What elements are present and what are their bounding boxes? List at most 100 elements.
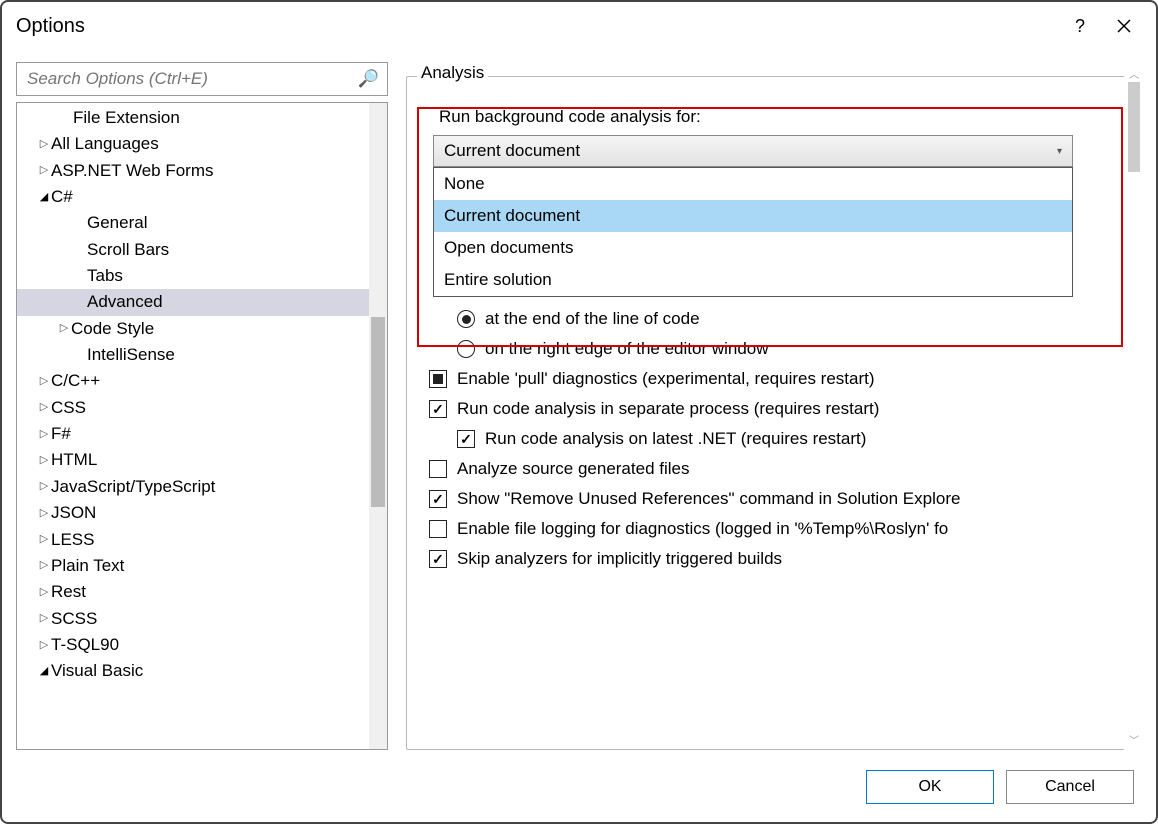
expand-icon[interactable]: ▷ <box>37 452 51 469</box>
tree-item[interactable]: ▷T-SQL90 <box>17 632 369 658</box>
combo-option[interactable]: Entire solution <box>434 264 1072 296</box>
ok-button[interactable]: OK <box>866 770 994 804</box>
expand-icon[interactable]: ▷ <box>37 637 51 654</box>
tree-item[interactable]: Tabs <box>17 263 369 289</box>
combo-display[interactable]: Current document ▾ <box>433 135 1073 167</box>
cb-pull-row[interactable]: Enable 'pull' diagnostics (experimental,… <box>429 369 1113 389</box>
tree-item[interactable]: ◢C# <box>17 184 369 210</box>
cb-latest-net-label: Run code analysis on latest .NET (requir… <box>485 429 866 449</box>
cb-separate-process-row[interactable]: Run code analysis in separate process (r… <box>429 399 1113 419</box>
expand-icon[interactable]: ▷ <box>37 584 51 601</box>
tree-item-label: Tabs <box>87 263 123 289</box>
tree-item[interactable]: ▷CSS <box>17 395 369 421</box>
tree-item[interactable]: ▷C/C++ <box>17 368 369 394</box>
expand-icon[interactable]: ▷ <box>37 136 51 153</box>
combo-option[interactable]: Current document <box>434 200 1072 232</box>
search-box[interactable]: 🔍 <box>16 62 388 96</box>
scroll-down-icon[interactable]: ﹀ <box>1126 730 1142 748</box>
help-button[interactable]: ? <box>1058 10 1102 42</box>
tree-item[interactable]: ▷LESS <box>17 527 369 553</box>
radio-end-of-line-label: at the end of the line of code <box>485 309 700 329</box>
cb-analyze-gen-row[interactable]: Analyze source generated files <box>429 459 1113 479</box>
cb-file-logging[interactable] <box>429 520 447 538</box>
combo-selected-text: Current document <box>444 141 1057 161</box>
expand-icon[interactable]: ▷ <box>57 320 71 337</box>
cb-analyze-gen-label: Analyze source generated files <box>457 459 689 479</box>
collapse-icon[interactable]: ◢ <box>37 663 51 680</box>
cb-remove-unused-row[interactable]: Show "Remove Unused References" command … <box>429 489 1113 509</box>
combo-option[interactable]: Open documents <box>434 232 1072 264</box>
tree-item-label: Scroll Bars <box>87 237 169 263</box>
tree-item-label: File Extension <box>73 105 180 131</box>
tree-scroll-thumb[interactable] <box>371 317 385 507</box>
tree-list[interactable]: File Extension▷All Languages▷ASP.NET Web… <box>17 103 369 749</box>
expand-icon[interactable]: ▷ <box>37 373 51 390</box>
tree-item-label: Visual Basic <box>51 658 143 684</box>
tree-item[interactable]: ▷SCSS <box>17 606 369 632</box>
tree-item[interactable]: ▷F# <box>17 421 369 447</box>
radio-end-of-line[interactable] <box>457 310 475 328</box>
tree-item[interactable]: ▷All Languages <box>17 131 369 157</box>
radio-right-edge-label: on the right edge of the editor window <box>485 339 769 359</box>
expand-icon[interactable]: ▷ <box>37 162 51 179</box>
cb-skip-analyzers-row[interactable]: Skip analyzers for implicitly triggered … <box>429 549 1113 569</box>
cb-latest-net-row[interactable]: Run code analysis on latest .NET (requir… <box>457 429 1113 449</box>
cb-remove-unused[interactable] <box>429 490 447 508</box>
tree-item[interactable]: ▷Plain Text <box>17 553 369 579</box>
tree-item-label: IntelliSense <box>87 342 175 368</box>
tree-item[interactable]: ▷HTML <box>17 447 369 473</box>
right-column: Analysis Run background code analysis fo… <box>406 62 1142 750</box>
cb-analyze-gen[interactable] <box>429 460 447 478</box>
expand-icon[interactable]: ▷ <box>37 531 51 548</box>
collapse-icon[interactable]: ◢ <box>37 189 51 206</box>
dialog-footer: OK Cancel <box>2 762 1156 822</box>
tree-item[interactable]: ◢Visual Basic <box>17 658 369 684</box>
tree-item-label: All Languages <box>51 131 159 157</box>
expand-icon[interactable]: ▷ <box>37 505 51 522</box>
tree-item[interactable]: Advanced <box>17 289 369 315</box>
tree-item-label: ASP.NET Web Forms <box>51 158 214 184</box>
tree-item[interactable]: IntelliSense <box>17 342 369 368</box>
tree-item-label: CSS <box>51 395 86 421</box>
cb-separate-process[interactable] <box>429 400 447 418</box>
panel-scroll-thumb[interactable] <box>1128 82 1140 172</box>
cb-remove-unused-label: Show "Remove Unused References" command … <box>457 489 960 509</box>
radio-right-edge-row[interactable]: on the right edge of the editor window <box>457 339 1113 359</box>
tree-item-label: Code Style <box>71 316 154 342</box>
tree-item[interactable]: ▷JavaScript/TypeScript <box>17 474 369 500</box>
tree-item-label: LESS <box>51 527 94 553</box>
combo-dropdown[interactable]: NoneCurrent documentOpen documentsEntire… <box>433 167 1073 297</box>
tree-scrollbar[interactable] <box>369 103 387 749</box>
search-input[interactable] <box>25 68 358 90</box>
close-icon <box>1117 19 1131 33</box>
cb-latest-net[interactable] <box>457 430 475 448</box>
combo-option[interactable]: None <box>434 168 1072 200</box>
tree-item[interactable]: ▷Code Style <box>17 316 369 342</box>
tree-item[interactable]: ▷JSON <box>17 500 369 526</box>
panel-scrollbar[interactable]: ︿ ﹀ <box>1124 62 1144 750</box>
options-window: Options ? 🔍 File Extension▷All Languages… <box>0 0 1158 824</box>
analysis-scope-combo[interactable]: Current document ▾ NoneCurrent documentO… <box>433 135 1073 167</box>
tree-item[interactable]: ▷ASP.NET Web Forms <box>17 158 369 184</box>
cancel-button[interactable]: Cancel <box>1006 770 1134 804</box>
tree-item[interactable]: Scroll Bars <box>17 237 369 263</box>
radio-right-edge[interactable] <box>457 340 475 358</box>
tree-item[interactable]: ▷Rest <box>17 579 369 605</box>
cb-pull[interactable] <box>429 370 447 388</box>
expand-icon[interactable]: ▷ <box>37 478 51 495</box>
close-button[interactable] <box>1102 10 1146 42</box>
dialog-body: 🔍 File Extension▷All Languages▷ASP.NET W… <box>2 50 1156 762</box>
scroll-up-icon[interactable]: ︿ <box>1126 64 1142 82</box>
tree-item[interactable]: File Extension <box>17 105 369 131</box>
expand-icon[interactable]: ▷ <box>37 610 51 627</box>
cb-skip-analyzers[interactable] <box>429 550 447 568</box>
cb-file-logging-label: Enable file logging for diagnostics (log… <box>457 519 948 539</box>
radio-end-of-line-row[interactable]: at the end of the line of code <box>457 309 1113 329</box>
tree-item-label: JavaScript/TypeScript <box>51 474 215 500</box>
cb-skip-analyzers-label: Skip analyzers for implicitly triggered … <box>457 549 782 569</box>
expand-icon[interactable]: ▷ <box>37 399 51 416</box>
tree-item[interactable]: General <box>17 210 369 236</box>
expand-icon[interactable]: ▷ <box>37 557 51 574</box>
cb-file-logging-row[interactable]: Enable file logging for diagnostics (log… <box>429 519 1113 539</box>
expand-icon[interactable]: ▷ <box>37 426 51 443</box>
